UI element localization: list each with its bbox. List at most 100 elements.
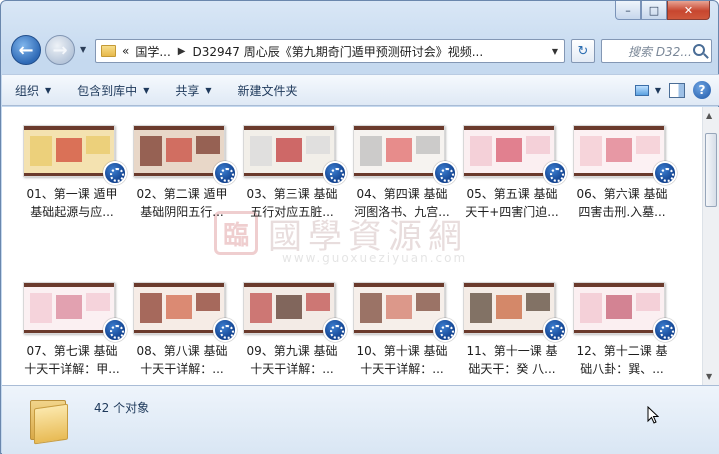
address-dropdown-icon[interactable]: ▼ xyxy=(552,47,558,56)
share-menu[interactable]: 共享 ▼ xyxy=(162,75,224,105)
minimize-button[interactable]: – xyxy=(615,1,641,20)
command-toolbar: 组织 ▼ 包含到库中 ▼ 共享 ▼ 新建文件夹 ▼ ? xyxy=(2,74,719,106)
video-player-icon xyxy=(103,161,127,185)
video-player-icon xyxy=(323,161,347,185)
organize-label: 组织 xyxy=(15,83,40,98)
file-name-line: 础八卦：巽、... xyxy=(580,362,664,376)
new-folder-button[interactable]: 新建文件夹 xyxy=(225,75,311,105)
video-thumbnail xyxy=(353,125,445,177)
recent-pages-dropdown[interactable]: ▼ xyxy=(80,45,86,54)
file-name-line: 十天干详解：... xyxy=(140,362,224,376)
file-name-line: 河图洛书、九宫... xyxy=(354,205,450,219)
chevron-down-icon: ▼ xyxy=(45,85,52,95)
file-name-line: 10、第十课 基础 xyxy=(356,344,448,358)
file-name-line: 02、第二课 遁甲 xyxy=(136,187,228,201)
file-name: 02、第二课 遁甲 基础阴阳五行... xyxy=(122,185,242,221)
video-thumbnail xyxy=(133,282,225,334)
refresh-button[interactable]: ↻ xyxy=(571,39,595,63)
file-name-line: 四害击刑.入墓... xyxy=(578,205,666,219)
file-name: 08、第八课 基础 十天干详解：... xyxy=(122,342,242,378)
include-in-library-menu[interactable]: 包含到库中 ▼ xyxy=(64,75,162,105)
video-player-icon xyxy=(653,161,677,185)
file-name: 06、第六课 基础 四害击刑.入墓... xyxy=(562,185,682,221)
video-player-icon xyxy=(213,161,237,185)
preview-pane-icon[interactable] xyxy=(669,82,685,98)
video-player-icon xyxy=(433,161,457,185)
video-thumbnail xyxy=(573,282,665,334)
file-name-line: 十天干详解：... xyxy=(360,362,444,376)
view-icon xyxy=(634,84,649,96)
file-name-line: 础天干：癸 八... xyxy=(468,362,556,376)
view-options-dropdown-icon[interactable]: ▼ xyxy=(655,86,661,95)
new-folder-label: 新建文件夹 xyxy=(237,83,298,98)
video-thumbnail xyxy=(23,282,115,334)
search-input[interactable]: 搜索 D32... xyxy=(601,39,712,63)
file-name: 10、第十课 基础 十天干详解：... xyxy=(342,342,462,378)
file-name: 05、第五课 基础 天干+四害门迫... xyxy=(452,185,572,221)
file-name-line: 03、第三课 基础 xyxy=(246,187,338,201)
file-name-line: 07、第七课 基础 xyxy=(26,344,118,358)
caption-buttons: – □ ✕ xyxy=(615,1,710,21)
video-player-icon xyxy=(653,318,677,342)
video-player-icon xyxy=(213,318,237,342)
file-name-line: 基础阴阳五行... xyxy=(140,205,224,219)
file-name-line: 五行对应五脏... xyxy=(250,205,334,219)
video-thumbnail xyxy=(463,282,555,334)
video-player-icon xyxy=(323,318,347,342)
file-name-line: 04、第四课 基础 xyxy=(356,187,448,201)
mouse-cursor-icon xyxy=(647,406,659,424)
file-name-line: 09、第九课 基础 xyxy=(246,344,338,358)
file-name: 09、第九课 基础 十天干详解：... xyxy=(232,342,352,378)
chevron-down-icon: ▼ xyxy=(143,85,150,95)
folder-icon xyxy=(101,45,116,57)
share-label: 共享 xyxy=(175,83,200,98)
video-thumbnail xyxy=(353,282,445,334)
video-thumbnail xyxy=(243,125,335,177)
video-thumbnail xyxy=(243,282,335,334)
file-name: 03、第三课 基础 五行对应五脏... xyxy=(232,185,352,221)
file-name: 07、第七课 基础 十天干详解：甲... xyxy=(12,342,132,378)
video-player-icon xyxy=(543,161,567,185)
file-name-line: 06、第六课 基础 xyxy=(576,187,668,201)
chevron-down-icon: ▼ xyxy=(205,85,212,95)
file-name: 04、第四课 基础 河图洛书、九宫... xyxy=(342,185,462,221)
change-view-button[interactable] xyxy=(631,80,653,100)
breadcrumb-separator-icon[interactable]: ▶ xyxy=(178,46,186,57)
video-player-icon xyxy=(543,318,567,342)
search-icon[interactable] xyxy=(693,44,705,56)
file-name-line: 11、第十一课 基 xyxy=(466,344,558,358)
breadcrumb-item[interactable]: 国学... xyxy=(135,43,170,60)
details-pane: 42 个对象 xyxy=(2,385,719,454)
back-button[interactable]: ← xyxy=(11,35,41,65)
vertical-scrollbar[interactable]: ▲ ▼ xyxy=(702,107,719,385)
help-icon[interactable]: ? xyxy=(693,81,711,99)
scroll-down-icon[interactable]: ▼ xyxy=(706,372,712,381)
video-thumbnail xyxy=(573,125,665,177)
organize-menu[interactable]: 组织 ▼ xyxy=(2,75,64,105)
video-thumbnail xyxy=(463,125,555,177)
forward-button[interactable]: → xyxy=(45,35,75,65)
scrollbar-thumb[interactable] xyxy=(705,133,717,207)
file-name: 11、第十一课 基础天干：癸 八... xyxy=(452,342,572,378)
video-player-icon xyxy=(103,318,127,342)
explorer-window: – □ ✕ ← → ▼ « 国学... ▶ D32947 周心辰《第九期奇门遁甲… xyxy=(0,0,719,454)
breadcrumb-item[interactable]: D32947 周心辰《第九期奇门遁甲预测研讨会》视频... xyxy=(193,43,484,60)
file-name-line: 01、第一课 遁甲 xyxy=(26,187,118,201)
file-name-line: 天干+四害门迫... xyxy=(465,205,559,219)
maximize-button[interactable]: □ xyxy=(641,1,667,20)
breadcrumb-overflow[interactable]: « xyxy=(122,44,129,58)
address-bar[interactable]: « 国学... ▶ D32947 周心辰《第九期奇门遁甲预测研讨会》视频... … xyxy=(95,39,565,63)
file-name: 01、第一课 遁甲 基础起源与应... xyxy=(12,185,132,221)
close-button[interactable]: ✕ xyxy=(667,1,710,20)
file-name-line: 05、第五课 基础 xyxy=(466,187,558,201)
include-in-library-label: 包含到库中 xyxy=(77,83,138,98)
folder-icon xyxy=(30,396,70,445)
file-name-line: 12、第十二课 基 xyxy=(576,344,668,358)
file-list[interactable]: 臨 國學資源網 www.guoxueziyuan.com 01、第一课 遁甲 基础… xyxy=(2,107,719,385)
file-name-line: 08、第八课 基础 xyxy=(136,344,228,358)
video-thumbnail xyxy=(23,125,115,177)
file-name-line: 十天干详解：... xyxy=(250,362,334,376)
file-name-line: 基础起源与应... xyxy=(30,205,114,219)
scroll-up-icon[interactable]: ▲ xyxy=(706,111,712,120)
search-placeholder: 搜索 D32... xyxy=(628,44,692,59)
